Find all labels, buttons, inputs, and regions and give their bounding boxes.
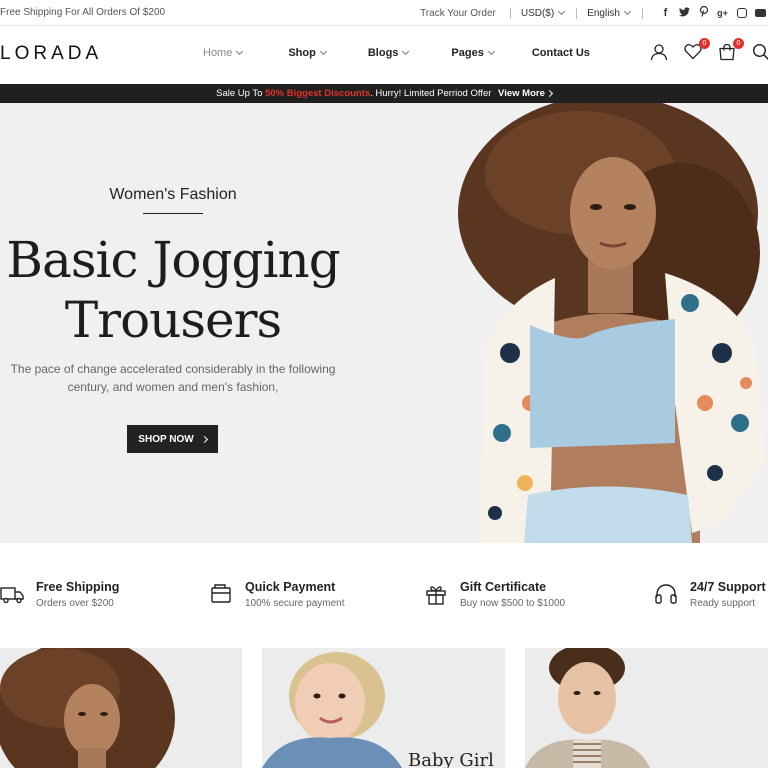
divider: [576, 7, 578, 19]
hero-banner: Women's Fashion Basic Jogging Trousers T…: [0, 103, 768, 543]
chevron-right-icon: [545, 89, 553, 98]
main-header: LORADA Home Shop Blogs Pages Contact Us …: [0, 26, 768, 84]
chevron-down-icon: [558, 7, 566, 16]
social-links: f g+: [653, 5, 768, 20]
header-actions: 0 0: [636, 38, 768, 63]
cart-count-badge: 0: [733, 38, 744, 49]
chevron-down-icon: [623, 7, 632, 16]
hero-title-line2: Trousers: [64, 291, 282, 349]
hero-underline: [143, 213, 203, 214]
nav-label: Pages: [451, 47, 484, 59]
gift-icon: [426, 586, 446, 605]
sale-prefix: Sale Up To: [216, 88, 263, 99]
men-category-image: [525, 648, 650, 768]
nav-item-home[interactable]: Home: [203, 47, 244, 59]
view-more-link[interactable]: View More: [498, 88, 553, 99]
nav-item-contact[interactable]: Contact Us: [532, 47, 590, 59]
divider: [642, 7, 643, 19]
nav-item-pages[interactable]: Pages: [451, 47, 495, 59]
instagram-icon[interactable]: [737, 8, 747, 18]
hero-desc-line1: The pace of change accelerated considera…: [10, 362, 336, 376]
category-card-baby-girl[interactable]: Baby Girl: [262, 648, 505, 768]
facebook-icon[interactable]: f: [659, 7, 672, 19]
feature-title: Free Shipping: [36, 580, 120, 594]
feature-quick-payment: Quick Payment 100% secure payment: [209, 580, 345, 609]
headset-icon: [655, 584, 677, 604]
hero-title: Basic Jogging Trousers: [0, 230, 346, 350]
nav-label: Blogs: [367, 47, 399, 59]
nav-item-blogs[interactable]: Blogs: [367, 47, 410, 59]
wallet-icon: [211, 584, 231, 603]
feature-title: 24/7 Support: [690, 580, 766, 594]
pinterest-icon[interactable]: [697, 5, 710, 20]
nav-label: Contact Us: [531, 47, 590, 59]
currency-value: USD($): [520, 7, 555, 19]
category-card-women[interactable]: [0, 648, 242, 768]
cart-icon[interactable]: 0: [718, 38, 744, 63]
account-icon[interactable]: [650, 43, 670, 63]
chevron-down-icon: [236, 47, 244, 56]
currency-dropdown[interactable]: USD($): [520, 7, 566, 19]
category-card-men[interactable]: [525, 648, 768, 768]
hero-subtitle: Women's Fashion: [109, 186, 237, 203]
baby-girl-label: Baby Girl: [408, 750, 494, 768]
feature-support: 24/7 Support Ready support: [654, 580, 766, 609]
site-logo[interactable]: LORADA: [0, 43, 102, 65]
track-order-link[interactable]: Track Your Order: [420, 8, 496, 19]
chevron-right-icon: [200, 435, 208, 443]
women-category-image: [0, 648, 175, 768]
feature-gift-certificate: Gift Certificate Buy now $500 to $1000: [424, 580, 565, 609]
feature-subtitle: Buy now $500 to $1000: [460, 598, 566, 609]
wishlist-count-badge: 0: [699, 38, 710, 49]
google-plus-icon[interactable]: g+: [716, 8, 729, 18]
sale-suffix: . Hurry! Limited Perriod Offer: [370, 88, 492, 99]
language-value: English: [587, 7, 620, 19]
free-shipping-promo: Free Shipping For All Orders Of $200: [0, 7, 166, 18]
chevron-down-icon: [487, 47, 495, 56]
feature-title: Gift Certificate: [460, 580, 547, 594]
hero-desc-line2: century, and women and men's fashion,: [67, 380, 279, 394]
sale-highlight: 50% Biggest Discounts: [265, 88, 371, 99]
chevron-down-icon: [402, 47, 410, 56]
twitter-icon[interactable]: [678, 6, 691, 20]
top-bar: Free Shipping For All Orders Of $200 Tra…: [0, 0, 768, 26]
features-row: Free Shipping Orders over $200 Quick Pay…: [0, 543, 768, 647]
top-bar-right: Track Your Order USD($) English f g+: [420, 0, 768, 26]
divider: [509, 7, 511, 19]
wishlist-icon[interactable]: 0: [684, 38, 710, 63]
feature-free-shipping: Free Shipping Orders over $200: [0, 580, 119, 609]
feature-subtitle: Orders over $200: [36, 598, 114, 609]
hero-title-line1: Basic Jogging: [6, 231, 340, 289]
nav-label: Home: [203, 47, 233, 59]
youtube-icon[interactable]: [755, 9, 766, 17]
search-icon[interactable]: [752, 43, 768, 63]
sale-banner: Sale Up To 50% Biggest Discounts. Hurry!…: [0, 84, 768, 103]
view-more-label: View More: [498, 88, 545, 99]
hero-description: The pace of change accelerated considera…: [0, 360, 346, 396]
chevron-down-icon: [319, 47, 327, 56]
nav-label: Shop: [288, 47, 316, 59]
feature-subtitle: Ready support: [690, 598, 756, 609]
shop-now-label: SHOP NOW: [138, 433, 194, 445]
shop-now-button[interactable]: SHOP NOW: [127, 425, 218, 453]
language-dropdown[interactable]: English: [587, 7, 632, 19]
nav-item-shop[interactable]: Shop: [288, 47, 327, 59]
feature-subtitle: 100% secure payment: [245, 598, 345, 609]
main-nav: Home Shop Blogs Pages Contact Us: [203, 47, 590, 59]
hero-model-image: [458, 103, 766, 543]
truck-icon: [0, 587, 24, 604]
feature-title: Quick Payment: [245, 580, 336, 594]
